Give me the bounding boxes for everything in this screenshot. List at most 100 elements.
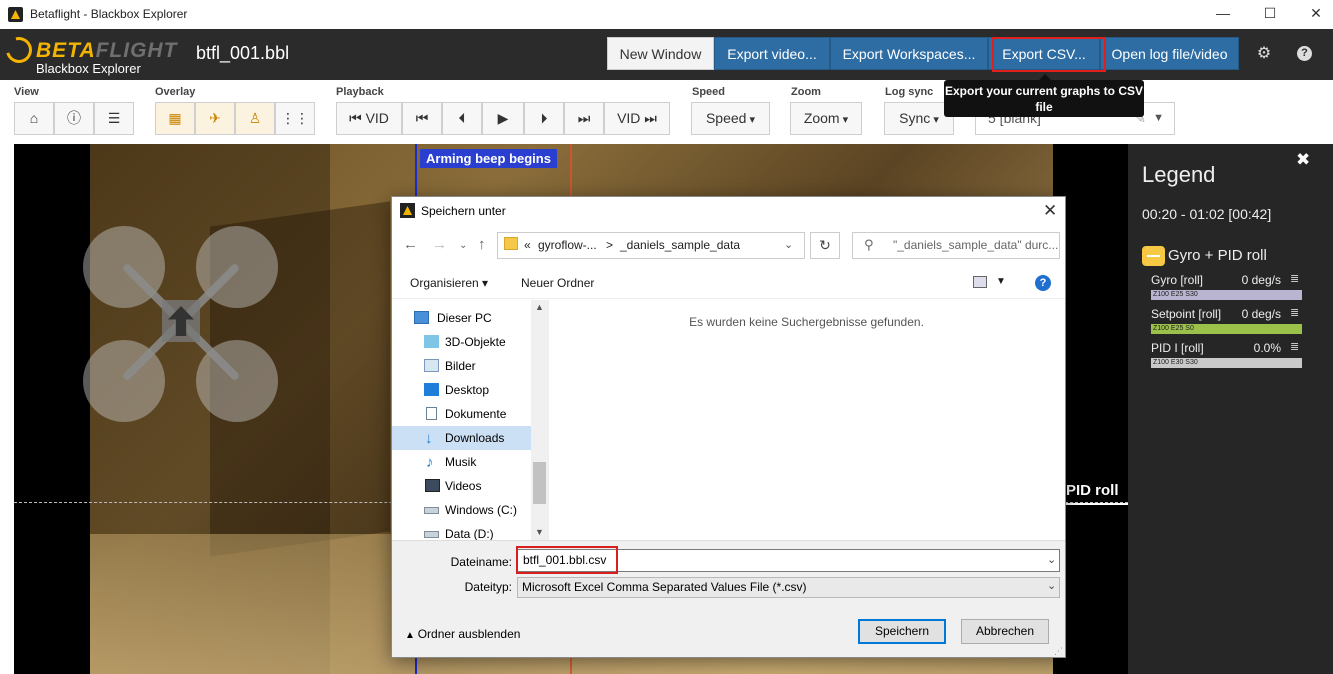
nav-item-this-pc[interactable]: Dieser PC — [392, 306, 531, 330]
chevron-down-icon[interactable]: ⌄ — [1047, 579, 1056, 592]
search-input[interactable]: "_daniels_sample_data" durc... — [852, 232, 1060, 259]
search-icon: ⚲ — [864, 237, 874, 252]
resize-grip-icon[interactable]: ⋰ — [1054, 646, 1063, 657]
organize-menu[interactable]: Organisieren ▾ — [410, 276, 488, 290]
stats-icon[interactable]: ≣ — [1290, 340, 1299, 353]
group-collapse-icon[interactable] — [1142, 246, 1165, 266]
document-icon — [426, 407, 437, 420]
graph-group-underline — [1060, 503, 1128, 505]
nav-item-videos[interactable]: Videos — [392, 474, 531, 498]
chevron-up-icon: ▲ — [405, 630, 418, 641]
new-window-button[interactable]: New Window — [607, 37, 714, 70]
legend-item-bar: Z100 E25 S30 — [1151, 290, 1302, 300]
nav-item-documents[interactable]: Dokumente — [392, 402, 531, 426]
refresh-icon[interactable]: ↻ — [810, 232, 840, 259]
hide-folders-label: Ordner ausblenden — [417, 627, 521, 641]
nav-item-label: Dokumente — [445, 407, 507, 421]
nav-item-music[interactable]: ♪ Musik — [392, 450, 531, 474]
nav-item-label: Dieser PC — [437, 311, 492, 325]
close-window-button[interactable]: ✕ — [1293, 0, 1333, 29]
step-back-button[interactable]: ⏴ — [442, 102, 482, 135]
bars-icon[interactable]: ⋮⋮ — [275, 102, 315, 135]
navigation-scrollbar[interactable] — [531, 300, 548, 540]
up-arrow-icon[interactable]: ↑ — [478, 236, 486, 253]
chevron-down-icon[interactable]: ▼ — [1153, 103, 1164, 134]
dialog-close-icon[interactable]: ✕ — [1043, 201, 1057, 221]
skip-to-start-button[interactable]: ⏮ — [402, 102, 442, 135]
log-file-name: btfl_001.bbl — [196, 43, 290, 63]
nav-item-label: Bilder — [445, 359, 476, 373]
video-icon — [425, 479, 440, 492]
airplane-icon[interactable]: ✈ — [195, 102, 235, 135]
view-options-icon[interactable] — [973, 276, 987, 288]
gear-icon[interactable]: ⚙ — [1255, 45, 1273, 63]
film-icon[interactable]: ▦ — [155, 102, 195, 135]
back-arrow-icon[interactable]: ← — [403, 236, 418, 253]
nav-item-drive-c[interactable]: Windows (C:) — [392, 498, 531, 522]
zoom-group-label: Zoom — [791, 86, 821, 98]
home-icon[interactable]: ⌂ — [14, 102, 54, 135]
speed-dropdown[interactable]: Speed — [691, 102, 770, 135]
step-forward-button[interactable]: ⏵ — [524, 102, 564, 135]
view-dropdown-icon[interactable]: ▼ — [996, 276, 1006, 287]
nav-item-downloads[interactable]: ↓ Downloads — [392, 426, 531, 450]
info-icon[interactable]: ⓘ — [54, 102, 94, 135]
stats-icon[interactable]: ≣ — [1290, 272, 1299, 285]
scroll-down-icon[interactable]: ▼ — [535, 527, 544, 537]
app-logo: BETAFLIGHT — [36, 39, 177, 63]
nav-item-label: Videos — [445, 479, 482, 493]
video-step-forward-button[interactable]: VID ⏭ — [604, 102, 670, 135]
maximize-button[interactable]: ☐ — [1247, 0, 1293, 29]
legend-group-name[interactable]: Gyro + PID roll — [1168, 247, 1267, 264]
nav-item-3d-objects[interactable]: 3D-Objekte — [392, 330, 531, 354]
legend-time-range: 00:20 - 01:02 [00:42] — [1142, 206, 1272, 222]
list-icon[interactable]: ☰ — [94, 102, 134, 135]
nav-item-label: 3D-Objekte — [445, 335, 506, 349]
drive-icon — [424, 507, 439, 514]
address-prefix: « — [524, 238, 531, 252]
stats-icon[interactable]: ≣ — [1290, 306, 1299, 319]
export-workspaces-button[interactable]: Export Workspaces... — [830, 37, 988, 70]
filename-highlight-box — [516, 546, 618, 574]
betaflight-logo-icon — [1, 32, 37, 68]
nav-item-drive-d[interactable]: Data (D:) — [392, 522, 531, 540]
file-list-area[interactable] — [548, 300, 1065, 540]
filename-label: Dateiname: — [450, 555, 512, 569]
breadcrumb-item[interactable]: _daniels_sample_data — [620, 233, 740, 258]
logsync-group-label: Log sync — [885, 86, 934, 98]
music-icon: ♪ — [426, 454, 434, 471]
skip-to-end-button[interactable]: ⏭ — [564, 102, 604, 135]
nav-item-pictures[interactable]: Bilder — [392, 354, 531, 378]
recent-locations-icon[interactable]: ⌄ — [459, 240, 467, 251]
breadcrumb-separator[interactable]: > — [606, 233, 613, 258]
nav-item-label: Musik — [445, 455, 477, 469]
pc-icon — [414, 311, 429, 324]
dialog-help-icon[interactable]: ? — [1035, 275, 1051, 291]
legend-item-value: 0 deg/s — [1241, 307, 1281, 321]
hide-folders-toggle[interactable]: ▲ Ordner ausblenden — [405, 627, 520, 641]
person-icon[interactable]: ♙ — [235, 102, 275, 135]
play-button[interactable]: ▶ — [482, 102, 524, 135]
forward-arrow-icon[interactable]: → — [432, 236, 447, 253]
save-button[interactable]: Speichern — [858, 619, 946, 644]
graph-group-label: PID roll — [1066, 482, 1119, 499]
cancel-button[interactable]: Abbrechen — [961, 619, 1049, 644]
legend-item-bar: Z100 E30 S30 — [1151, 358, 1302, 368]
drive-icon — [424, 531, 439, 538]
nav-item-desktop[interactable]: Desktop — [392, 378, 531, 402]
open-log-file-button[interactable]: Open log file/video — [1100, 37, 1239, 70]
minimize-button[interactable]: — — [1200, 0, 1246, 29]
close-icon[interactable]: ✖ — [1296, 150, 1310, 170]
scroll-up-icon[interactable]: ▲ — [535, 302, 544, 312]
navigation-scroll-thumb[interactable] — [533, 462, 546, 504]
export-video-button[interactable]: Export video... — [714, 37, 830, 70]
chevron-down-icon[interactable]: ⌄ — [784, 233, 793, 258]
new-folder-button[interactable]: Neuer Ordner — [521, 276, 594, 290]
zoom-dropdown[interactable]: Zoom — [790, 102, 862, 135]
video-step-back-button[interactable]: ⏮ VID — [336, 102, 402, 135]
help-icon[interactable]: ? — [1297, 46, 1312, 61]
address-bar[interactable]: « gyroflow-... > _daniels_sample_data ⌄ — [497, 232, 805, 259]
chevron-down-icon[interactable]: ⌄ — [1047, 553, 1056, 566]
breadcrumb-item[interactable]: gyroflow-... — [538, 233, 597, 258]
filetype-select[interactable]: Microsoft Excel Comma Separated Values F… — [517, 577, 1060, 598]
